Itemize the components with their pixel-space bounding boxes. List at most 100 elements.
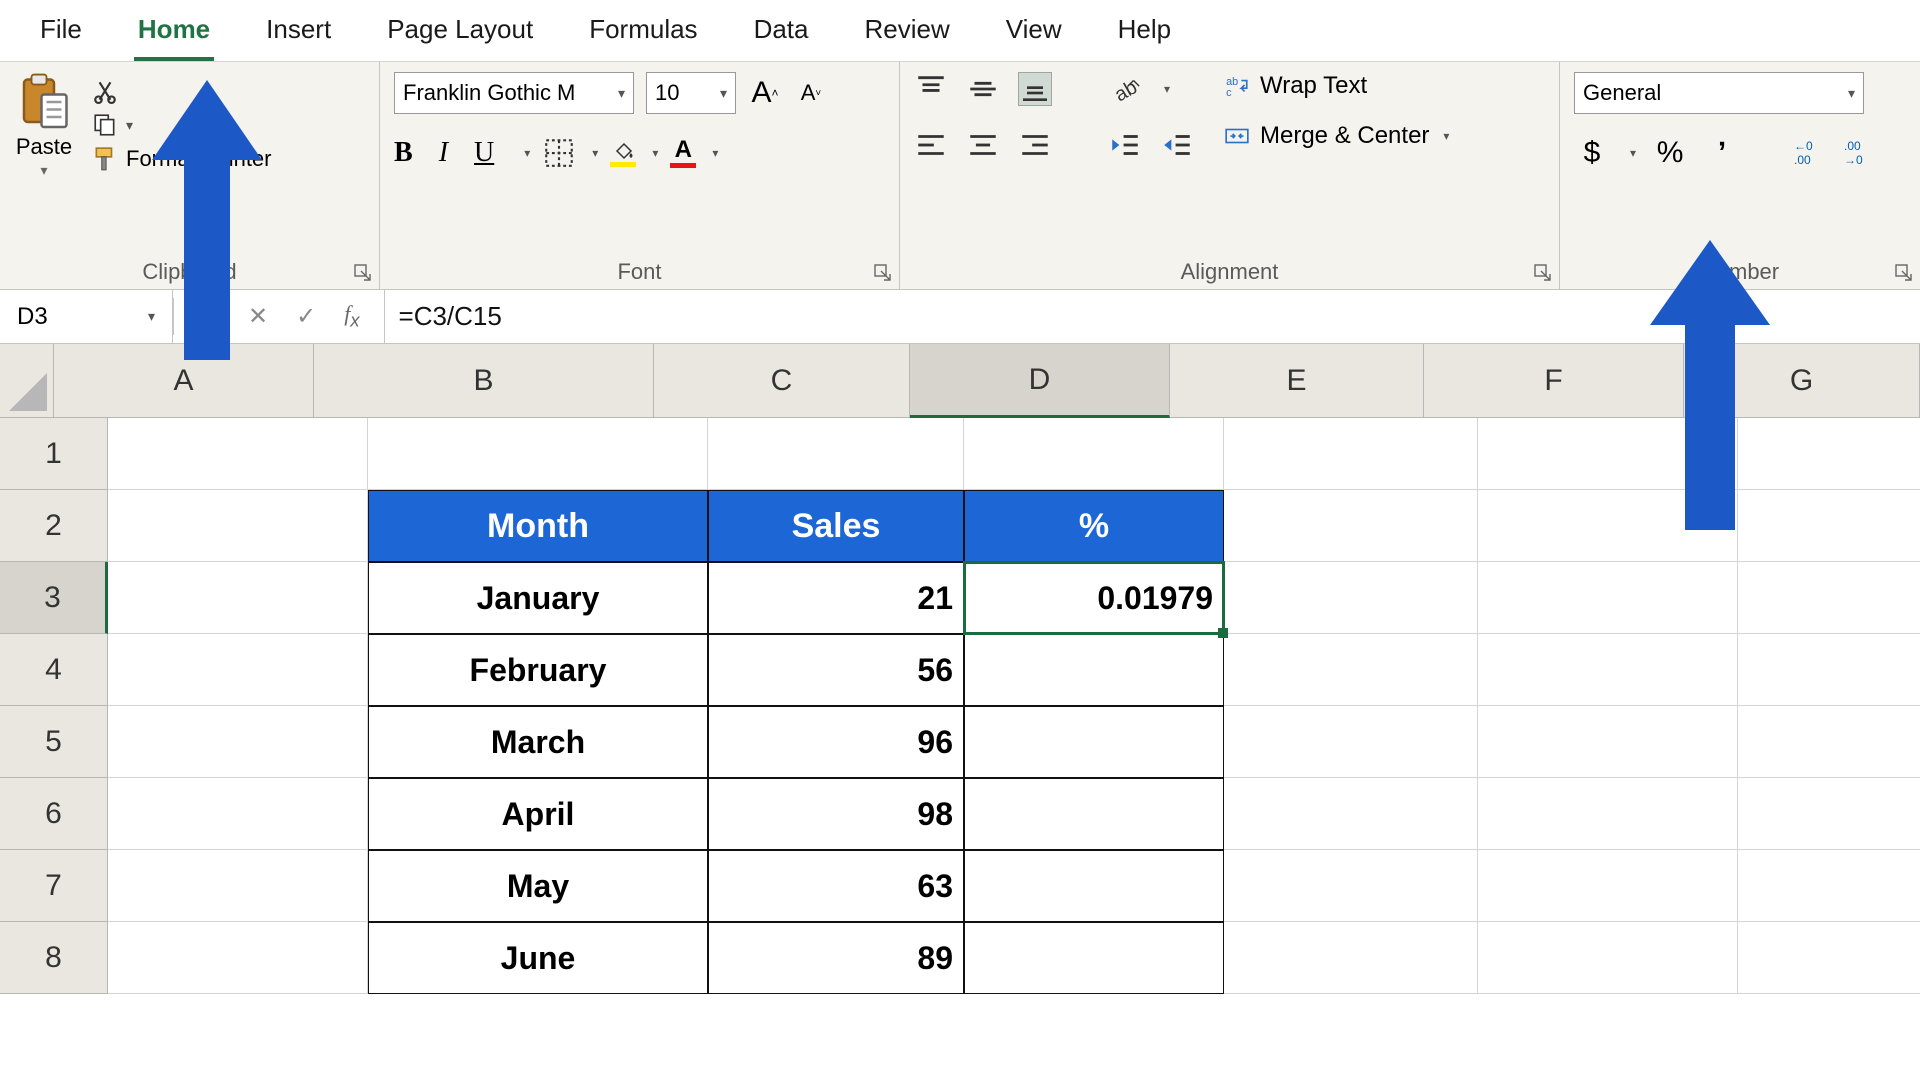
cell-F4[interactable] [1478, 634, 1738, 706]
cell-B6[interactable]: April [368, 778, 708, 850]
cell-E7[interactable] [1224, 850, 1478, 922]
font-color-dropdown[interactable]: ▾ [708, 146, 718, 160]
align-right-icon[interactable] [1018, 128, 1052, 162]
cell-D2[interactable]: % [964, 490, 1224, 562]
font-size-select[interactable]: 10▾ [646, 72, 736, 114]
cell-G8[interactable] [1738, 922, 1920, 994]
cell-A5[interactable] [108, 706, 368, 778]
tab-home[interactable]: Home [134, 8, 214, 61]
orientation-icon[interactable]: ab [1108, 72, 1142, 106]
cell-F8[interactable] [1478, 922, 1738, 994]
column-header-F[interactable]: F [1424, 344, 1684, 418]
cell-A1[interactable] [108, 418, 368, 490]
column-header-D[interactable]: D [910, 344, 1170, 418]
tab-insert[interactable]: Insert [262, 8, 335, 61]
font-launcher[interactable] [873, 263, 893, 283]
cell-E2[interactable] [1224, 490, 1478, 562]
column-header-E[interactable]: E [1170, 344, 1424, 418]
cell-E8[interactable] [1224, 922, 1478, 994]
cell-C6[interactable]: 98 [708, 778, 964, 850]
accept-formula-button[interactable]: ✓ [296, 302, 316, 331]
cell-A4[interactable] [108, 634, 368, 706]
cell-E1[interactable] [1224, 418, 1478, 490]
cell-D1[interactable] [964, 418, 1224, 490]
paste-icon[interactable] [14, 72, 74, 132]
accounting-format-button[interactable]: $ [1574, 136, 1610, 170]
merge-dropdown[interactable]: ▾ [1439, 129, 1449, 143]
tab-review[interactable]: Review [860, 8, 953, 61]
cell-A7[interactable] [108, 850, 368, 922]
cell-F6[interactable] [1478, 778, 1738, 850]
cell-D6[interactable] [964, 778, 1224, 850]
cell-A2[interactable] [108, 490, 368, 562]
align-bottom-icon[interactable] [1018, 72, 1052, 106]
tab-data[interactable]: Data [750, 8, 813, 61]
paste-label[interactable]: Paste [16, 134, 72, 160]
cell-A6[interactable] [108, 778, 368, 850]
cell-B1[interactable] [368, 418, 708, 490]
clipboard-launcher[interactable] [353, 263, 373, 283]
tab-help[interactable]: Help [1114, 8, 1175, 61]
align-center-icon[interactable] [966, 128, 1000, 162]
cell-C2[interactable]: Sales [708, 490, 964, 562]
insert-function-button[interactable]: fx [344, 301, 359, 331]
select-all-corner[interactable] [0, 344, 54, 418]
cell-A3[interactable] [108, 562, 368, 634]
name-box[interactable]: D3 ▾ [6, 297, 166, 337]
cell-C8[interactable]: 89 [708, 922, 964, 994]
cell-C3[interactable]: 21 [708, 562, 964, 634]
borders-button[interactable] [542, 136, 576, 170]
row-header-6[interactable]: 6 [0, 778, 108, 850]
column-header-C[interactable]: C [654, 344, 910, 418]
cell-C1[interactable] [708, 418, 964, 490]
comma-format-button[interactable]: ʼ [1704, 136, 1740, 170]
cell-E5[interactable] [1224, 706, 1478, 778]
cell-C4[interactable]: 56 [708, 634, 964, 706]
tab-view[interactable]: View [1002, 8, 1066, 61]
cell-F5[interactable] [1478, 706, 1738, 778]
cell-E3[interactable] [1224, 562, 1478, 634]
row-header-8[interactable]: 8 [0, 922, 108, 994]
row-header-1[interactable]: 1 [0, 418, 108, 490]
decrease-decimal-button[interactable]: .00→0 [1842, 138, 1876, 168]
increase-decimal-button[interactable]: ←0.00 [1792, 138, 1826, 168]
cell-C5[interactable]: 96 [708, 706, 964, 778]
cell-B4[interactable]: February [368, 634, 708, 706]
cell-A8[interactable] [108, 922, 368, 994]
cell-D3[interactable]: 0.01979 [964, 562, 1224, 634]
merge-center-button[interactable]: Merge & Center ▾ [1224, 122, 1449, 150]
row-header-3[interactable]: 3 [0, 562, 108, 634]
cell-B3[interactable]: January [368, 562, 708, 634]
align-top-icon[interactable] [914, 72, 948, 106]
bold-button[interactable]: B [394, 137, 413, 169]
cell-D4[interactable] [964, 634, 1224, 706]
orientation-dropdown[interactable]: ▾ [1160, 82, 1170, 96]
borders-dropdown[interactable]: ▾ [588, 146, 598, 160]
cell-B5[interactable]: March [368, 706, 708, 778]
cell-D8[interactable] [964, 922, 1224, 994]
percent-format-button[interactable]: % [1652, 136, 1688, 170]
cell-E4[interactable] [1224, 634, 1478, 706]
decrease-font-icon[interactable]: A˅ [794, 76, 828, 110]
increase-indent-icon[interactable] [1160, 128, 1194, 162]
accounting-dropdown[interactable]: ▾ [1626, 146, 1636, 160]
cell-F7[interactable] [1478, 850, 1738, 922]
row-header-4[interactable]: 4 [0, 634, 108, 706]
column-header-B[interactable]: B [314, 344, 654, 418]
paste-dropdown[interactable]: ▾ [40, 162, 47, 179]
fill-color-button[interactable] [610, 139, 636, 167]
row-header-5[interactable]: 5 [0, 706, 108, 778]
cell-G3[interactable] [1738, 562, 1920, 634]
italic-button[interactable]: I [439, 137, 448, 169]
tab-formulas[interactable]: Formulas [585, 8, 701, 61]
font-name-select[interactable]: Franklin Gothic M▾ [394, 72, 634, 114]
cell-D5[interactable] [964, 706, 1224, 778]
row-header-7[interactable]: 7 [0, 850, 108, 922]
cell-G7[interactable] [1738, 850, 1920, 922]
font-color-button[interactable]: A [670, 138, 696, 168]
cell-F3[interactable] [1478, 562, 1738, 634]
cell-C7[interactable]: 63 [708, 850, 964, 922]
cell-E6[interactable] [1224, 778, 1478, 850]
underline-dropdown[interactable]: ▾ [520, 146, 530, 160]
wrap-text-button[interactable]: abc Wrap Text [1224, 72, 1449, 100]
